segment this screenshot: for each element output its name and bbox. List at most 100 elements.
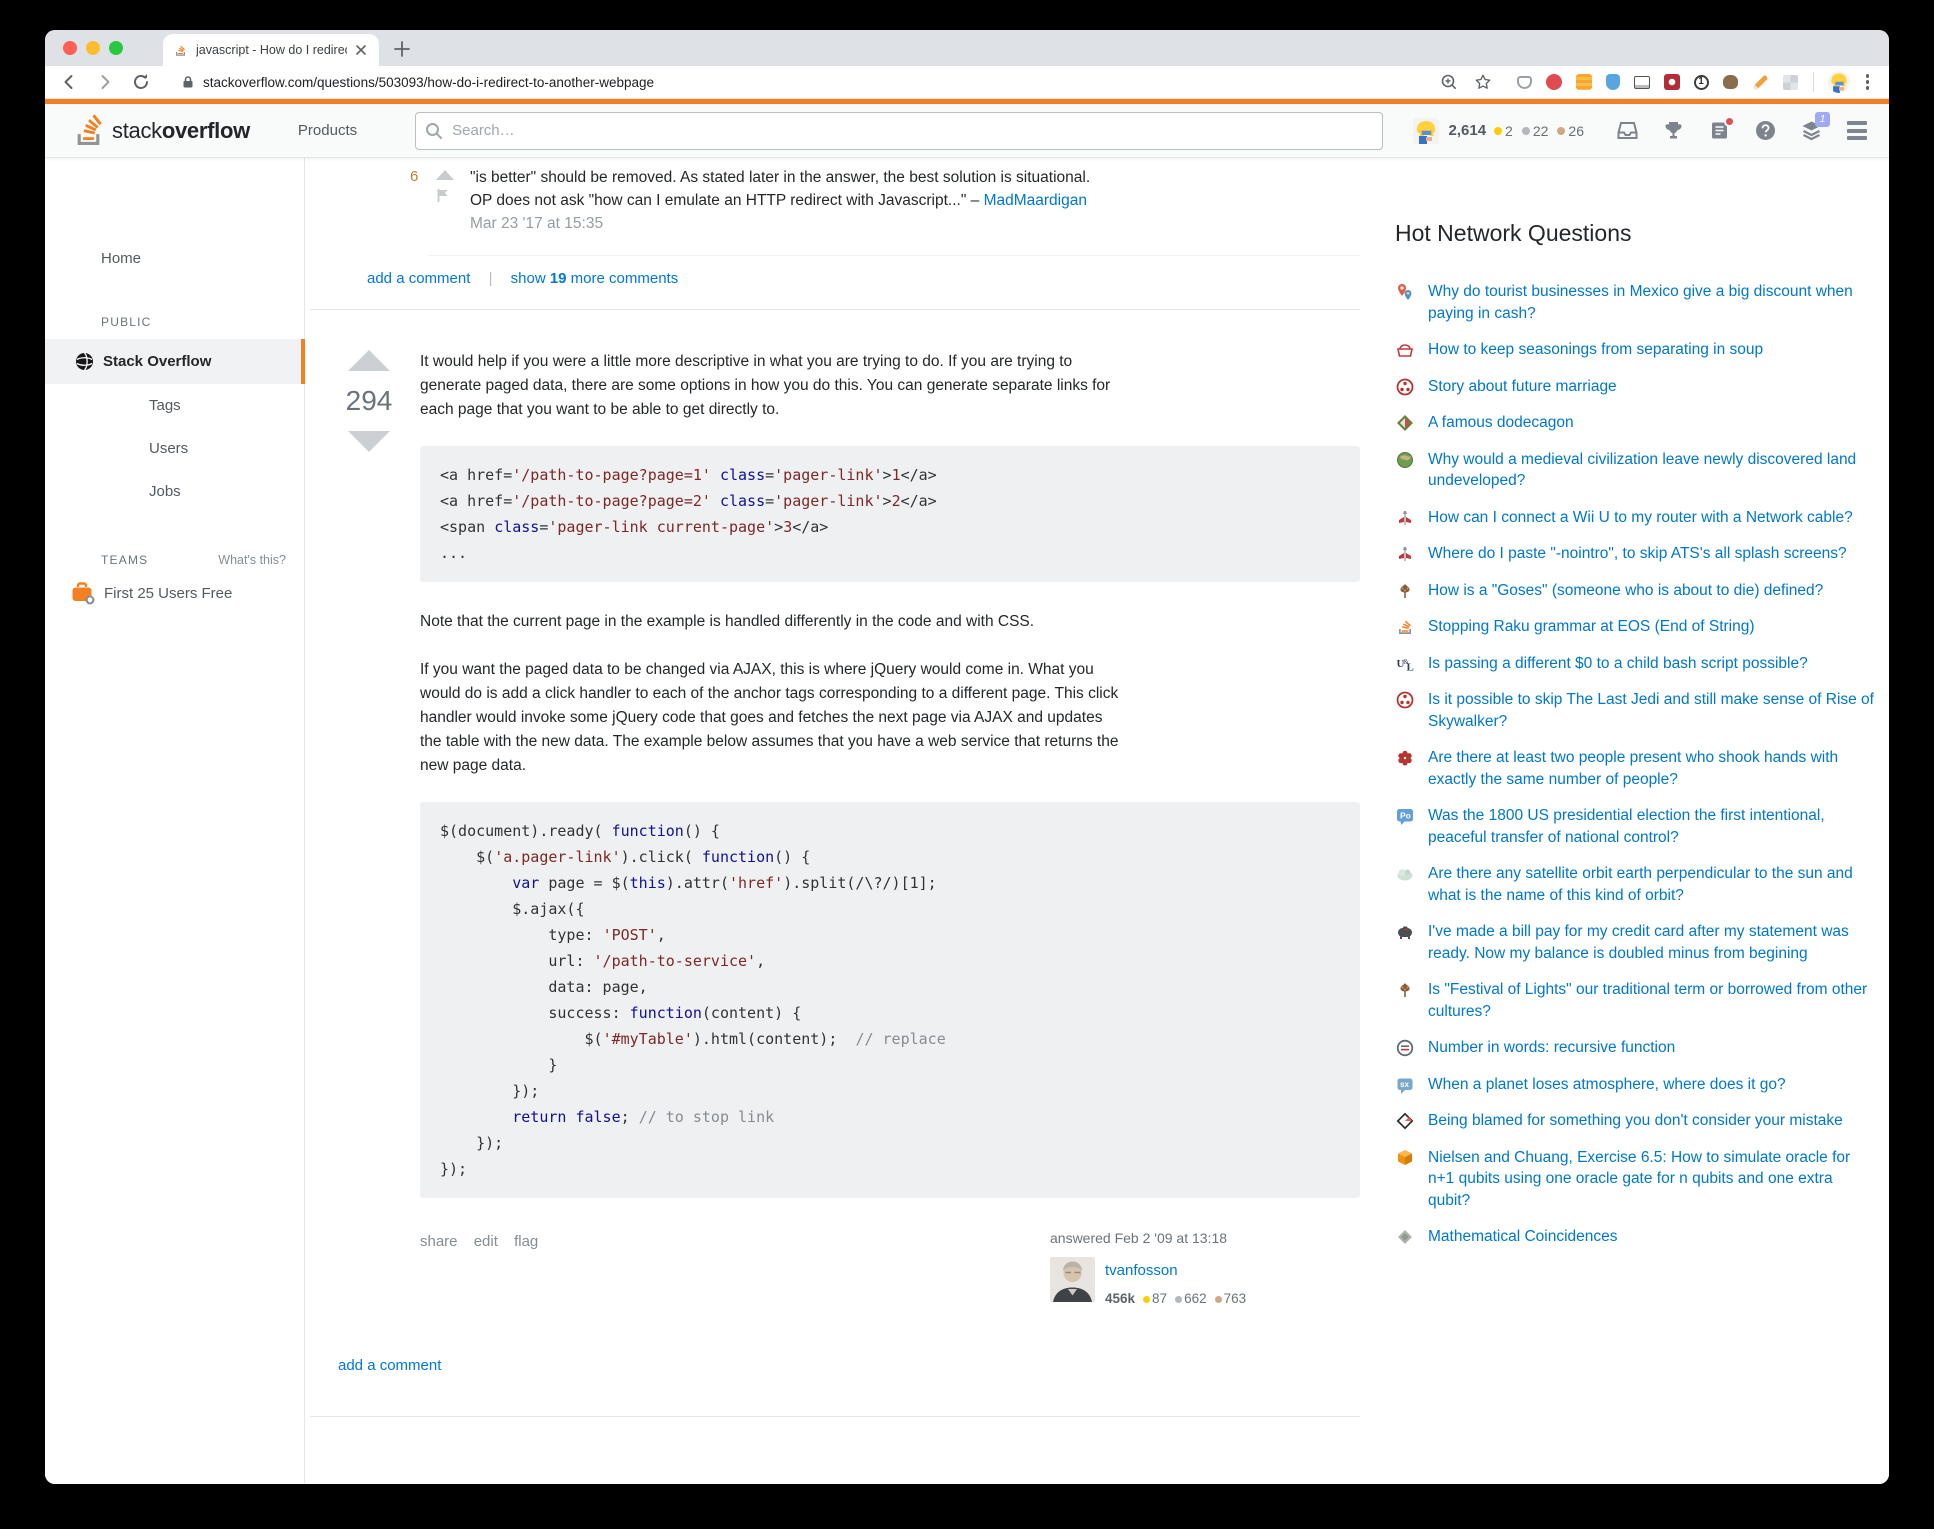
vote-count: 294 [346,371,393,431]
hot-question-link[interactable]: Number in words: recursive function [1428,1037,1675,1059]
hot-question-link[interactable]: Story about future marriage [1428,376,1617,398]
sidebar-item-users[interactable]: Users [45,427,304,470]
close-window-button[interactable] [63,41,77,55]
hot-question-item: Why do tourist businesses in Mexico give… [1395,281,1875,324]
bookmark-star-icon[interactable] [1474,73,1492,91]
scifi-site-icon [1395,690,1415,710]
hamburger-menu-icon[interactable] [1847,121,1867,140]
answer-bottom-divider [310,1416,1360,1417]
hot-question-link[interactable]: Is "Festival of Lights" our traditional … [1428,979,1875,1022]
comment-score: 6 [410,166,436,235]
browser-menu-icon[interactable] [1866,74,1870,90]
new-tab-button[interactable] [393,40,411,58]
hot-question-item: Story about future marriage [1395,376,1875,398]
reload-icon[interactable] [131,72,151,92]
upvote-icon[interactable] [348,350,390,371]
hot-question-link[interactable]: Are there at least two people present wh… [1428,747,1875,790]
stackoverflow-logo[interactable]: stackoverflow [73,113,250,149]
inbox-icon[interactable] [1616,119,1639,142]
hot-question-link[interactable]: Being blamed for something you don't con… [1428,1110,1843,1132]
hot-question-link[interactable]: When a planet loses atmosphere, where do… [1428,1074,1786,1096]
url-text[interactable]: stackoverflow.com/questions/503093/how-d… [203,75,654,90]
search-input[interactable] [415,112,1382,150]
help-icon[interactable] [1754,119,1777,142]
counter-extension-icon[interactable]: 1 [1694,75,1709,90]
site-switcher-badge: 1 [1815,112,1830,127]
maximize-window-button[interactable] [109,41,123,55]
hot-question-link[interactable]: How is a "Goses" (someone who is about t… [1428,580,1823,602]
browser-tab[interactable]: javascript - How do I redirect to a [163,34,379,66]
downvote-icon[interactable] [348,431,390,452]
hot-question-link[interactable]: A famous dodecagon [1428,412,1574,434]
hot-question-link[interactable]: Is it possible to skip The Last Jedi and… [1428,689,1875,732]
forward-icon[interactable] [95,72,115,92]
orange-notes-extension-icon[interactable] [1576,74,1592,90]
answerer-username-link[interactable]: tvanfosson [1105,1259,1246,1283]
site-switcher-icon[interactable]: 1 [1800,119,1823,142]
review-queue-icon[interactable] [1708,119,1731,142]
add-comment-link[interactable]: add a comment [367,270,470,287]
globe-icon [75,352,94,371]
brown-app-extension-icon[interactable] [1723,75,1738,89]
hot-question-item: How is a "Goses" (someone who is about t… [1395,580,1875,602]
pocket-extension-icon[interactable] [1517,76,1532,89]
blue-app-extension-icon[interactable] [1606,74,1620,90]
hot-question-link[interactable]: Nielsen and Chuang, Exercise 6.5: How to… [1428,1147,1875,1212]
page-body: Home PUBLIC Stack Overflow Tags Users Jo… [45,158,1889,1484]
comment-upvote-icon[interactable] [436,170,454,180]
achievements-trophy-icon[interactable] [1662,119,1685,142]
answer-body: It would help if you were a little more … [420,350,1360,1311]
hot-question-item: Mathematical Coincidences [1395,1226,1875,1248]
teams-section-header: TEAMS What's this? [45,553,304,567]
answer-user-card: tvanfosson 456k 87 662 763 [1050,1257,1302,1311]
hot-question-link[interactable]: Why do tourist businesses in Mexico give… [1428,281,1875,324]
whats-this-link[interactable]: What's this? [218,553,286,567]
sidebar-item-stackoverflow[interactable]: Stack Overflow [45,339,305,384]
worldbuilding-site-icon [1395,450,1415,470]
answer-paragraph: It would help if you were a little more … [420,350,1120,422]
pencil-edit-extension-icon[interactable] [1752,74,1768,90]
answerer-avatar[interactable] [1050,1257,1095,1302]
code-block-jquery: $(document).ready( function() { $('a.pag… [420,802,1360,1198]
hot-question-link[interactable]: Are there any satellite orbit earth perp… [1428,863,1875,906]
comment-date: Mar 23 '17 at 15:35 [470,212,1350,235]
products-menu[interactable]: Products [288,116,367,145]
grid-extension-icon[interactable] [1783,75,1798,90]
show-more-comments-link[interactable]: show 19 more comments [511,270,679,287]
hot-question-link[interactable]: How to keep seasonings from separating i… [1428,339,1763,361]
hot-question-link[interactable]: Mathematical Coincidences [1428,1226,1618,1248]
adblocker-extension-icon[interactable] [1546,74,1562,90]
padlock-icon[interactable] [181,75,195,89]
comment-flag-icon[interactable] [436,188,450,203]
zoom-indicator-icon[interactable] [1440,73,1458,91]
hot-question-link[interactable]: Where do I paste "-nointro", to skip ATS… [1428,543,1847,565]
sidebar-item-tags[interactable]: Tags [45,384,304,427]
tab-close-icon[interactable] [353,42,369,58]
sidebar-item-jobs[interactable]: Jobs [45,470,304,513]
newspaper-extension-icon[interactable] [1634,76,1650,89]
hot-question-item: Are there at least two people present wh… [1395,747,1875,790]
hot-question-link[interactable]: How can I connect a Wii U to my router w… [1428,507,1853,529]
share-link[interactable]: share [420,1233,458,1250]
comment-author-link[interactable]: MadMaardigan [984,192,1087,209]
sidebar-item-teams-offer[interactable]: First 25 Users Free [45,567,304,619]
back-icon[interactable] [59,72,79,92]
browser-profile-avatar[interactable] [1828,71,1850,93]
hot-question-link[interactable]: Was the 1800 US presidential election th… [1428,805,1875,848]
reputation-count[interactable]: 2,614 [1449,122,1487,139]
flag-link[interactable]: flag [514,1233,538,1250]
sidebar-item-home[interactable]: Home [45,240,304,277]
hot-question-link[interactable]: Is passing a different $0 to a child bas… [1428,653,1808,675]
user-avatar[interactable] [1413,118,1439,144]
hot-question-item: Is "Festival of Lights" our traditional … [1395,979,1875,1022]
hot-question-link[interactable]: I've made a bill pay for my credit card … [1428,921,1875,964]
lastpass-extension-icon[interactable] [1664,74,1680,90]
minimize-window-button[interactable] [86,41,100,55]
add-comment-link[interactable]: add a comment [338,1357,441,1374]
edit-link[interactable]: edit [474,1233,498,1250]
hot-question-link[interactable]: Stopping Raku grammar at EOS (End of Str… [1428,616,1755,638]
teams-offer-label: First 25 Users Free [104,585,232,602]
hot-question-link[interactable]: Why would a medieval civilization leave … [1428,449,1875,492]
code-block-html: <a href='/path-to-page?page=1' class='pa… [420,446,1360,582]
stackoverflow-favicon-icon [173,43,188,58]
